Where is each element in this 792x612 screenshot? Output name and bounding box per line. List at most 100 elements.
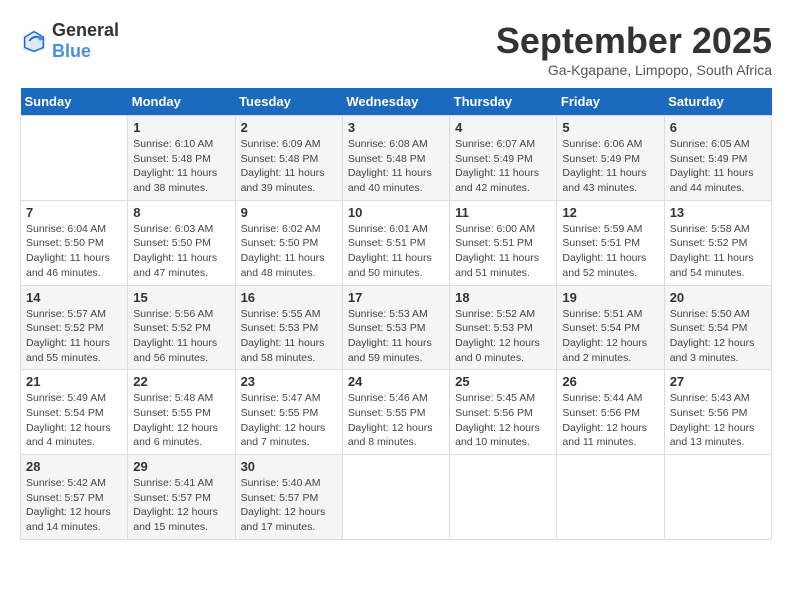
calendar-cell: 29Sunrise: 5:41 AM Sunset: 5:57 PM Dayli… [128,455,235,540]
calendar-week-row: 1 Sunrise: 6:10 AM Sunset: 5:48 PM Daylig… [21,116,772,201]
cell-content: Sunrise: 6:01 AM Sunset: 5:51 PM Dayligh… [348,222,444,281]
day-number: 10 [348,205,444,220]
day-number: 7 [26,205,122,220]
day-number: 6 [670,120,766,135]
calendar-cell: 14 Sunrise: 5:57 AM Sunset: 5:52 PM Dayli… [21,285,128,370]
calendar-week-row: 7 Sunrise: 6:04 AM Sunset: 5:50 PM Daylig… [21,200,772,285]
day-number: 1 [133,120,229,135]
calendar-cell: 6 Sunrise: 6:05 AM Sunset: 5:49 PM Daylig… [664,116,771,201]
day-number: 30 [241,459,337,474]
cell-content: Sunrise: 5:41 AM Sunset: 5:57 PM Dayligh… [133,476,229,535]
logo: General Blue [20,20,119,62]
cell-content: Sunrise: 6:09 AM Sunset: 5:48 PM Dayligh… [241,137,337,196]
day-header-thursday: Thursday [450,88,557,116]
calendar-cell: 3 Sunrise: 6:08 AM Sunset: 5:48 PM Daylig… [342,116,449,201]
calendar-body: 1 Sunrise: 6:10 AM Sunset: 5:48 PM Daylig… [21,116,772,540]
day-number: 27 [670,374,766,389]
cell-content: Sunrise: 6:08 AM Sunset: 5:48 PM Dayligh… [348,137,444,196]
cell-content: Sunrise: 6:05 AM Sunset: 5:49 PM Dayligh… [670,137,766,196]
cell-content: Sunrise: 5:49 AM Sunset: 5:54 PM Dayligh… [26,391,122,450]
cell-content: Sunrise: 5:53 AM Sunset: 5:53 PM Dayligh… [348,307,444,366]
day-number: 11 [455,205,551,220]
calendar-cell: 2 Sunrise: 6:09 AM Sunset: 5:48 PM Daylig… [235,116,342,201]
calendar-cell: 5Sunrise: 6:06 AM Sunset: 5:49 PM Daylig… [557,116,664,201]
day-number: 24 [348,374,444,389]
calendar-cell [21,116,128,201]
day-number: 2 [241,120,337,135]
cell-content: Sunrise: 5:42 AM Sunset: 5:57 PM Dayligh… [26,476,122,535]
calendar-cell: 16Sunrise: 5:55 AM Sunset: 5:53 PM Dayli… [235,285,342,370]
calendar-cell: 8Sunrise: 6:03 AM Sunset: 5:50 PM Daylig… [128,200,235,285]
cell-content: Sunrise: 6:04 AM Sunset: 5:50 PM Dayligh… [26,222,122,281]
cell-content: Sunrise: 6:02 AM Sunset: 5:50 PM Dayligh… [241,222,337,281]
calendar-cell: 22 Sunrise: 5:48 AM Sunset: 5:55 PM Dayli… [128,370,235,455]
calendar-cell: 26 Sunrise: 5:44 AM Sunset: 5:56 PM Dayli… [557,370,664,455]
cell-content: Sunrise: 5:48 AM Sunset: 5:55 PM Dayligh… [133,391,229,450]
calendar-cell: 27 Sunrise: 5:43 AM Sunset: 5:56 PM Dayli… [664,370,771,455]
calendar-cell: 25Sunrise: 5:45 AM Sunset: 5:56 PM Dayli… [450,370,557,455]
day-header-tuesday: Tuesday [235,88,342,116]
day-number: 19 [562,290,658,305]
calendar-cell: 7 Sunrise: 6:04 AM Sunset: 5:50 PM Daylig… [21,200,128,285]
calendar-cell [557,455,664,540]
day-header-sunday: Sunday [21,88,128,116]
cell-content: Sunrise: 6:03 AM Sunset: 5:50 PM Dayligh… [133,222,229,281]
calendar-cell: 10 Sunrise: 6:01 AM Sunset: 5:51 PM Dayli… [342,200,449,285]
day-number: 28 [26,459,122,474]
day-header-friday: Friday [557,88,664,116]
calendar-cell: 13 Sunrise: 5:58 AM Sunset: 5:52 PM Dayli… [664,200,771,285]
cell-content: Sunrise: 5:44 AM Sunset: 5:56 PM Dayligh… [562,391,658,450]
calendar-week-row: 21Sunrise: 5:49 AM Sunset: 5:54 PM Dayli… [21,370,772,455]
calendar-cell: 24 Sunrise: 5:46 AM Sunset: 5:55 PM Dayli… [342,370,449,455]
calendar-cell: 11 Sunrise: 6:00 AM Sunset: 5:51 PM Dayli… [450,200,557,285]
day-number: 18 [455,290,551,305]
calendar-cell [450,455,557,540]
day-number: 22 [133,374,229,389]
calendar-cell: 1 Sunrise: 6:10 AM Sunset: 5:48 PM Daylig… [128,116,235,201]
day-number: 26 [562,374,658,389]
day-number: 17 [348,290,444,305]
title-area: September 2025 Ga-Kgapane, Limpopo, Sout… [496,20,772,78]
day-header-wednesday: Wednesday [342,88,449,116]
cell-content: Sunrise: 5:51 AM Sunset: 5:54 PM Dayligh… [562,307,658,366]
calendar-cell: 12 Sunrise: 5:59 AM Sunset: 5:51 PM Dayli… [557,200,664,285]
day-number: 5 [562,120,658,135]
day-number: 20 [670,290,766,305]
cell-content: Sunrise: 5:57 AM Sunset: 5:52 PM Dayligh… [26,307,122,366]
calendar-header-row: SundayMondayTuesdayWednesdayThursdayFrid… [21,88,772,116]
header: General Blue September 2025 Ga-Kgapane, … [20,20,772,78]
subtitle: Ga-Kgapane, Limpopo, South Africa [496,62,772,78]
cell-content: Sunrise: 5:46 AM Sunset: 5:55 PM Dayligh… [348,391,444,450]
calendar-cell [664,455,771,540]
day-number: 3 [348,120,444,135]
calendar-cell: 28 Sunrise: 5:42 AM Sunset: 5:57 PM Dayli… [21,455,128,540]
calendar-cell: 30Sunrise: 5:40 AM Sunset: 5:57 PM Dayli… [235,455,342,540]
day-number: 12 [562,205,658,220]
calendar-cell: 21Sunrise: 5:49 AM Sunset: 5:54 PM Dayli… [21,370,128,455]
cell-content: Sunrise: 6:10 AM Sunset: 5:48 PM Dayligh… [133,137,229,196]
month-title: September 2025 [496,20,772,62]
cell-content: Sunrise: 6:00 AM Sunset: 5:51 PM Dayligh… [455,222,551,281]
calendar-cell: 4Sunrise: 6:07 AM Sunset: 5:49 PM Daylig… [450,116,557,201]
day-number: 13 [670,205,766,220]
calendar-week-row: 28 Sunrise: 5:42 AM Sunset: 5:57 PM Dayli… [21,455,772,540]
calendar-week-row: 14 Sunrise: 5:57 AM Sunset: 5:52 PM Dayli… [21,285,772,370]
day-number: 14 [26,290,122,305]
day-header-saturday: Saturday [664,88,771,116]
cell-content: Sunrise: 5:43 AM Sunset: 5:56 PM Dayligh… [670,391,766,450]
calendar-cell: 18Sunrise: 5:52 AM Sunset: 5:53 PM Dayli… [450,285,557,370]
logo-icon [20,27,48,55]
calendar-cell [342,455,449,540]
day-number: 23 [241,374,337,389]
cell-content: Sunrise: 5:56 AM Sunset: 5:52 PM Dayligh… [133,307,229,366]
cell-content: Sunrise: 5:58 AM Sunset: 5:52 PM Dayligh… [670,222,766,281]
calendar-cell: 15Sunrise: 5:56 AM Sunset: 5:52 PM Dayli… [128,285,235,370]
day-number: 4 [455,120,551,135]
calendar-cell: 17 Sunrise: 5:53 AM Sunset: 5:53 PM Dayli… [342,285,449,370]
calendar-cell: 9 Sunrise: 6:02 AM Sunset: 5:50 PM Daylig… [235,200,342,285]
cell-content: Sunrise: 5:59 AM Sunset: 5:51 PM Dayligh… [562,222,658,281]
day-number: 25 [455,374,551,389]
day-number: 9 [241,205,337,220]
cell-content: Sunrise: 5:47 AM Sunset: 5:55 PM Dayligh… [241,391,337,450]
day-number: 16 [241,290,337,305]
